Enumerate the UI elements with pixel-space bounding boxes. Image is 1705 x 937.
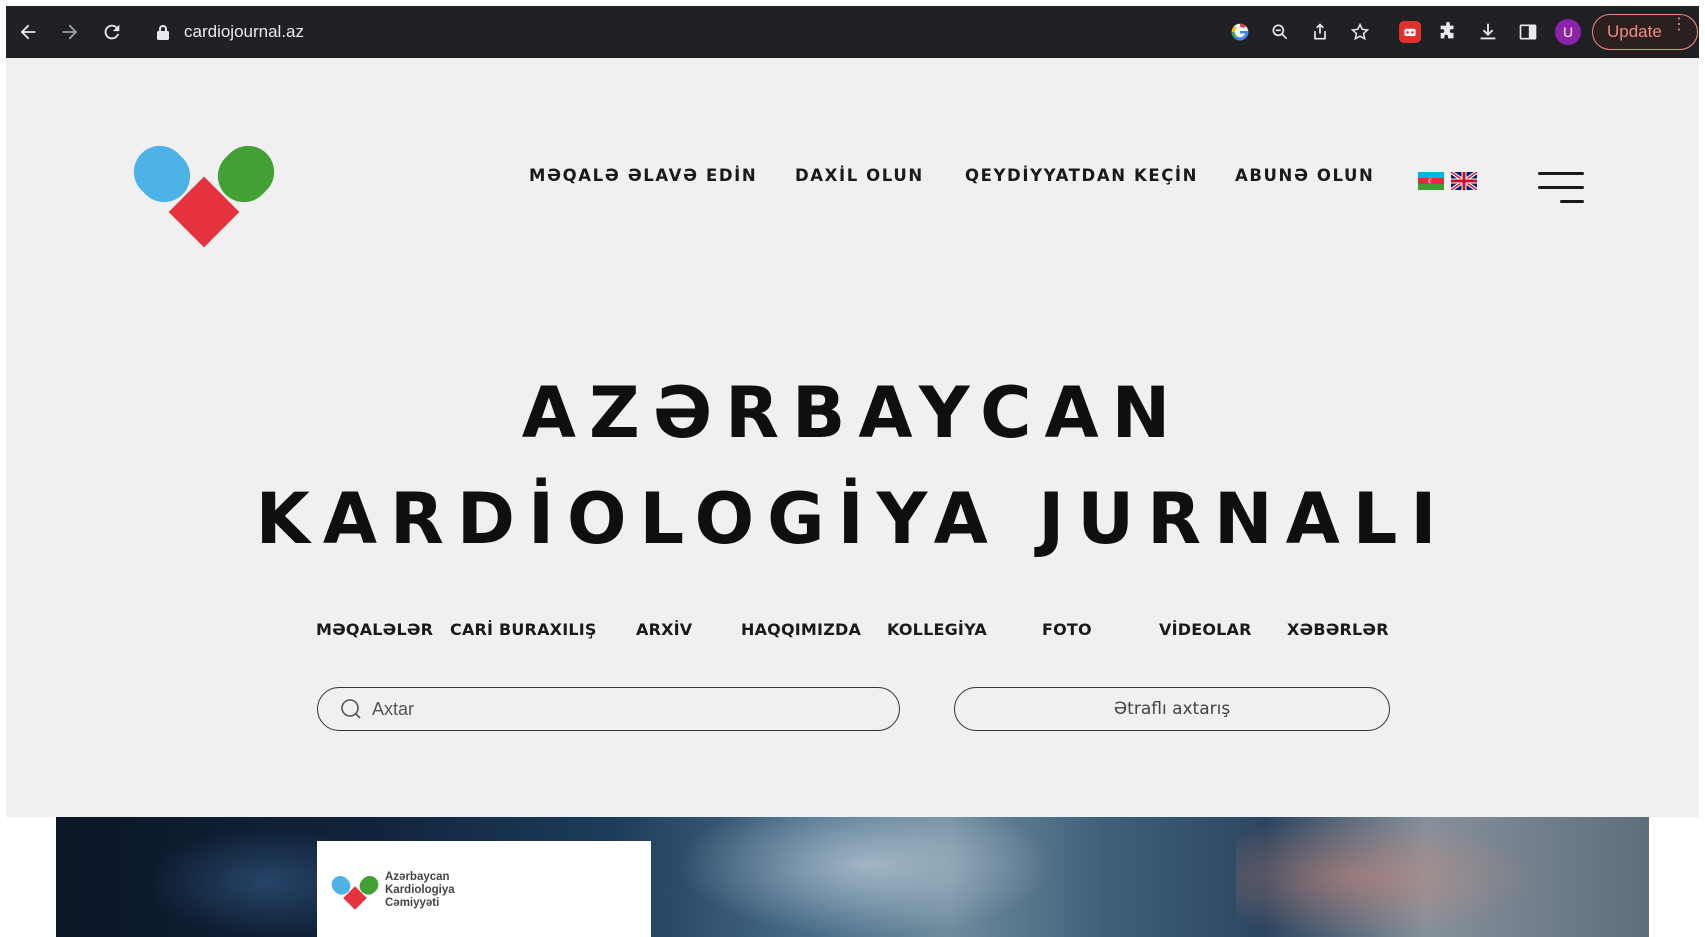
back-button[interactable]	[8, 12, 48, 52]
url-text: cardiojournal.az	[184, 22, 305, 41]
society-logo-icon	[331, 875, 379, 910]
nav-register[interactable]: QEYDİYYATDAN KEÇİN	[965, 166, 1198, 185]
profile-avatar[interactable]: U	[1555, 19, 1581, 45]
nav-about[interactable]: HAQQIMIZDA	[741, 620, 861, 639]
reload-button[interactable]	[92, 12, 132, 52]
society-name: Azərbaycan Kardiologiya Cəmiyyəti	[385, 871, 455, 909]
uk-flag-icon[interactable]	[1451, 172, 1477, 190]
update-button[interactable]: Update ⋮	[1592, 14, 1698, 50]
back-arrow-icon	[20, 24, 36, 40]
google-lens-icon[interactable]	[1228, 20, 1252, 44]
forward-arrow-icon	[62, 24, 78, 40]
nav-add-article[interactable]: MƏQALƏ ƏLAVƏ EDİN	[529, 166, 757, 185]
update-label: Update	[1607, 22, 1662, 41]
nav-subscribe[interactable]: ABUNƏ OLUN	[1235, 166, 1374, 185]
reload-icon	[104, 24, 120, 40]
nav-current-issue[interactable]: CARİ BURAXILIŞ	[450, 620, 597, 639]
forward-button[interactable]	[50, 12, 90, 52]
nav-articles[interactable]: MƏQALƏLƏR	[316, 620, 433, 639]
top-nav: MƏQALƏ ƏLAVƏ EDİN DAXİL OLUN QEYDİYYATDA…	[6, 166, 1699, 206]
more-menu-icon[interactable]: ⋮	[1671, 17, 1687, 33]
page-content: MƏQALƏ ƏLAVƏ EDİN DAXİL OLUN QEYDİYYATDA…	[6, 58, 1699, 817]
zoom-icon[interactable]	[1268, 20, 1292, 44]
nav-board[interactable]: KOLLEGİYA	[887, 620, 987, 639]
search-box[interactable]	[317, 687, 900, 731]
nav-archive[interactable]: ARXİV	[636, 620, 692, 639]
advanced-search-button[interactable]: Ətraflı axtarış	[954, 687, 1390, 731]
download-icon[interactable]	[1475, 19, 1501, 45]
society-logo-card[interactable]: Azərbaycan Kardiologiya Cəmiyyəti	[317, 841, 651, 937]
search-input[interactable]	[372, 698, 852, 720]
hero-title-line1: AZƏRBAYCAN	[521, 372, 1184, 454]
hamburger-menu-icon[interactable]	[1536, 164, 1584, 203]
nav-login[interactable]: DAXİL OLUN	[795, 166, 924, 185]
nav-news[interactable]: XƏBƏRLƏR	[1287, 620, 1389, 639]
address-bar[interactable]: cardiojournal.az	[136, 12, 1384, 52]
search-icon	[341, 699, 361, 719]
nav-videos[interactable]: VİDEOLAR	[1159, 620, 1252, 639]
lock-icon	[157, 25, 169, 40]
az-flag-icon[interactable]	[1418, 172, 1444, 190]
nav-photo[interactable]: FOTO	[1042, 620, 1092, 639]
extension-red-icon[interactable]	[1399, 21, 1421, 43]
hero-title-line2: KARDİOLOGİYA JURNALI	[255, 478, 1450, 560]
hero-banner-image: Azərbaycan Kardiologiya Cəmiyyəti	[56, 817, 1649, 937]
extensions-puzzle-icon[interactable]	[1435, 19, 1461, 45]
share-icon[interactable]	[1308, 20, 1332, 44]
side-panel-icon[interactable]	[1515, 19, 1541, 45]
browser-toolbar: cardiojournal.az U Update ⋮	[6, 6, 1699, 58]
bookmark-star-icon[interactable]	[1348, 20, 1372, 44]
